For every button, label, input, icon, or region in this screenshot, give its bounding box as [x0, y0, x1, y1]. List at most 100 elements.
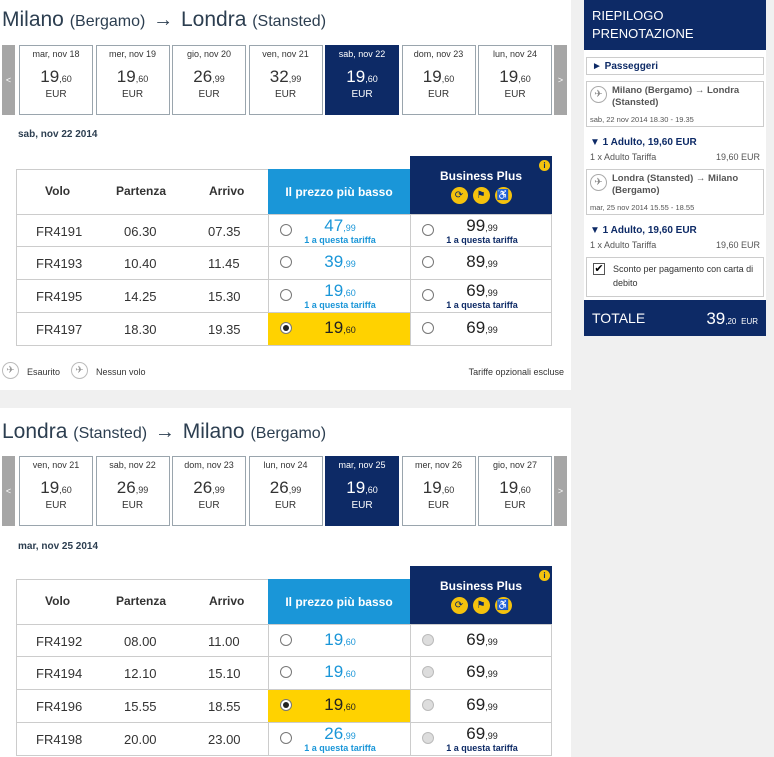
date-price: 26,99	[97, 478, 169, 498]
route-arrow: →	[154, 421, 175, 443]
price-int: 26	[269, 478, 289, 497]
flight-row: FR4198 20.00 23.00 26,99 1 a questa tariffa 6…	[16, 723, 552, 756]
prev-dates-button[interactable]: <	[2, 456, 15, 526]
date-price: 19,60	[326, 478, 398, 498]
to-airport: (Bergamo)	[250, 425, 327, 442]
discount-label: Sconto per pagamento con carta di debito	[613, 264, 754, 288]
legend: ✈ Esaurito ✈ Nessun volo Tariffe opziona…	[2, 362, 568, 382]
date-currency: EUR	[121, 89, 144, 100]
date-tile[interactable]: mer, nov 26 19,60 EUR	[401, 456, 476, 526]
price-int: 69	[466, 630, 486, 649]
flight-row: FR4191 06.30 07.35 47,99 1 a questa tariffa 9…	[16, 214, 552, 247]
arrival-time: 18.55	[208, 699, 241, 714]
price-int: 26	[193, 67, 213, 86]
prev-dates-button[interactable]: <	[2, 45, 15, 115]
business-plus-cell[interactable]: 89,99	[410, 247, 552, 279]
date-tile[interactable]: ven, nov 21 32,99 EUR	[248, 45, 323, 115]
lowest-fare-cell[interactable]: 19,60	[268, 313, 410, 345]
date-currency: EUR	[351, 89, 373, 100]
date-tile[interactable]: lun, nov 24 19,60 EUR	[478, 45, 552, 115]
price-int: 69	[466, 695, 486, 714]
date-currency: EUR	[351, 500, 373, 511]
lowest-fare-cell[interactable]: 19,60	[268, 690, 410, 722]
price-cents: ,60	[343, 325, 356, 335]
date-tile[interactable]: gio, nov 27 19,60 EUR	[478, 456, 552, 526]
date-tile[interactable]: lun, nov 24 26,99 EUR	[248, 456, 323, 526]
tariff-line: 1 x Adulto Tariffa	[590, 152, 657, 162]
leg-time: sab, 22 nov 2014 18.30 - 19.35	[590, 115, 694, 124]
price-int: 19	[40, 478, 60, 497]
business-plus-cell: 69,99	[410, 690, 552, 722]
price-cents: ,99	[343, 731, 356, 741]
info-icon[interactable]: i	[539, 570, 550, 581]
date-tile[interactable]: ven, nov 21 19,60 EUR	[19, 456, 93, 526]
flight-number: FR4196	[36, 699, 83, 714]
fast-track-icon: ⟳	[450, 597, 468, 614]
summary-title-line1: RIEPILOGO	[592, 8, 664, 23]
business-plus-cell[interactable]: 69,99 1 a questa tariffa	[410, 280, 552, 312]
date-label: mar, nov 18	[32, 49, 80, 59]
departure-time: 18.30	[124, 322, 157, 337]
info-icon[interactable]: i	[539, 160, 550, 171]
fare-price: 19,60	[269, 318, 411, 338]
date-price: 32,99	[250, 67, 322, 87]
date-price: 19,60	[326, 67, 398, 87]
date-tile[interactable]: gio, nov 20 26,99 EUR	[172, 45, 246, 115]
price-int: 69	[466, 662, 486, 681]
date-currency: EUR	[504, 89, 526, 100]
adult-line: ▼ 1 Adulto, 19,60 EUR	[590, 137, 697, 148]
price-int: 19	[324, 662, 344, 681]
business-plus-cell[interactable]: 99,99 1 a questa tariffa	[410, 215, 552, 247]
summary-adult-inbound[interactable]: ▼ 1 Adulto, 19,60 EUR 1 x Adulto Tariffa…	[588, 221, 764, 251]
date-tile[interactable]: sab, nov 22 26,99 EUR	[95, 456, 170, 526]
fare-price: 99,99	[411, 216, 553, 236]
col-flight: Volo	[45, 594, 71, 608]
fare-price: 19,60	[269, 662, 411, 682]
date-tile[interactable]: dom, nov 23 26,99 EUR	[172, 456, 246, 526]
fare-price: 19,60	[269, 281, 411, 301]
next-dates-button[interactable]: >	[554, 456, 567, 526]
col-lowest-price: Il prezzo più basso	[268, 579, 410, 624]
flight-row: FR4195 14.25 15.30 19,60 1 a questa tariffa 6…	[16, 280, 552, 313]
next-dates-button[interactable]: >	[554, 45, 567, 115]
summary-leg-outbound: ✈ Milano (Bergamo) → Londra (Stansted) s…	[586, 81, 764, 127]
date-tile[interactable]: sab, nov 22 19,60 EUR	[325, 45, 399, 115]
col-departure: Partenza	[116, 594, 167, 608]
lowest-fare-cell[interactable]: 19,60	[268, 657, 410, 689]
lowest-fare-cell[interactable]: 47,99 1 a questa tariffa	[268, 215, 410, 247]
seats-left-note: 1 a questa tariffa	[304, 235, 376, 245]
from-city: Londra	[2, 420, 68, 443]
lowest-fare-cell[interactable]: 19,60 1 a questa tariffa	[268, 280, 410, 312]
date-tile[interactable]: mer, nov 19 19,60 EUR	[95, 45, 170, 115]
date-tile[interactable]: mar, nov 18 19,60 EUR	[19, 45, 93, 115]
date-currency: EUR	[504, 500, 526, 511]
passengers-toggle[interactable]: ► Passeggeri	[586, 57, 764, 75]
leg-route: Milano (Bergamo) → Londra (Stansted)	[612, 85, 740, 108]
date-tile[interactable]: dom, nov 23 19,60 EUR	[401, 45, 476, 115]
inbound-panel: Londra (Stansted) → Milano (Bergamo) < v…	[0, 408, 571, 757]
fare-price: 69,99	[411, 630, 553, 650]
plane-icon: ✈	[590, 174, 607, 191]
date-label: sab, nov 22	[109, 460, 156, 470]
price-cents: ,99	[485, 669, 498, 679]
date-currency: EUR	[198, 89, 220, 100]
date-tile[interactable]: mar, nov 25 19,60 EUR	[325, 456, 399, 526]
no-flight-icon: ✈	[71, 362, 88, 379]
summary-adult-outbound[interactable]: ▼ 1 Adulto, 19,60 EUR 1 x Adulto Tariffa…	[588, 133, 764, 163]
price-cents: ,60	[59, 74, 72, 84]
lowest-fare-cell[interactable]: 19,60	[268, 625, 410, 657]
price-int: 19	[499, 67, 519, 86]
date-currency: EUR	[274, 500, 297, 511]
lowest-fare-cell[interactable]: 39,99	[268, 247, 410, 279]
discount-checkbox[interactable]: ✔	[593, 263, 605, 275]
date-label: dom, nov 23	[413, 49, 464, 59]
business-plus-cell[interactable]: 69,99	[410, 313, 552, 345]
price-cents: ,99	[485, 223, 498, 233]
fare-price: 69,99	[411, 724, 553, 744]
price-int: 32	[269, 67, 289, 86]
route-title: Milano (Bergamo) → Londra (Stansted)	[2, 8, 326, 32]
arrival-time: 19.35	[208, 322, 241, 337]
legend-sold-out: Esaurito	[27, 367, 61, 377]
price-cents: ,99	[212, 485, 225, 495]
lowest-fare-cell[interactable]: 26,99 1 a questa tariffa	[268, 723, 410, 755]
